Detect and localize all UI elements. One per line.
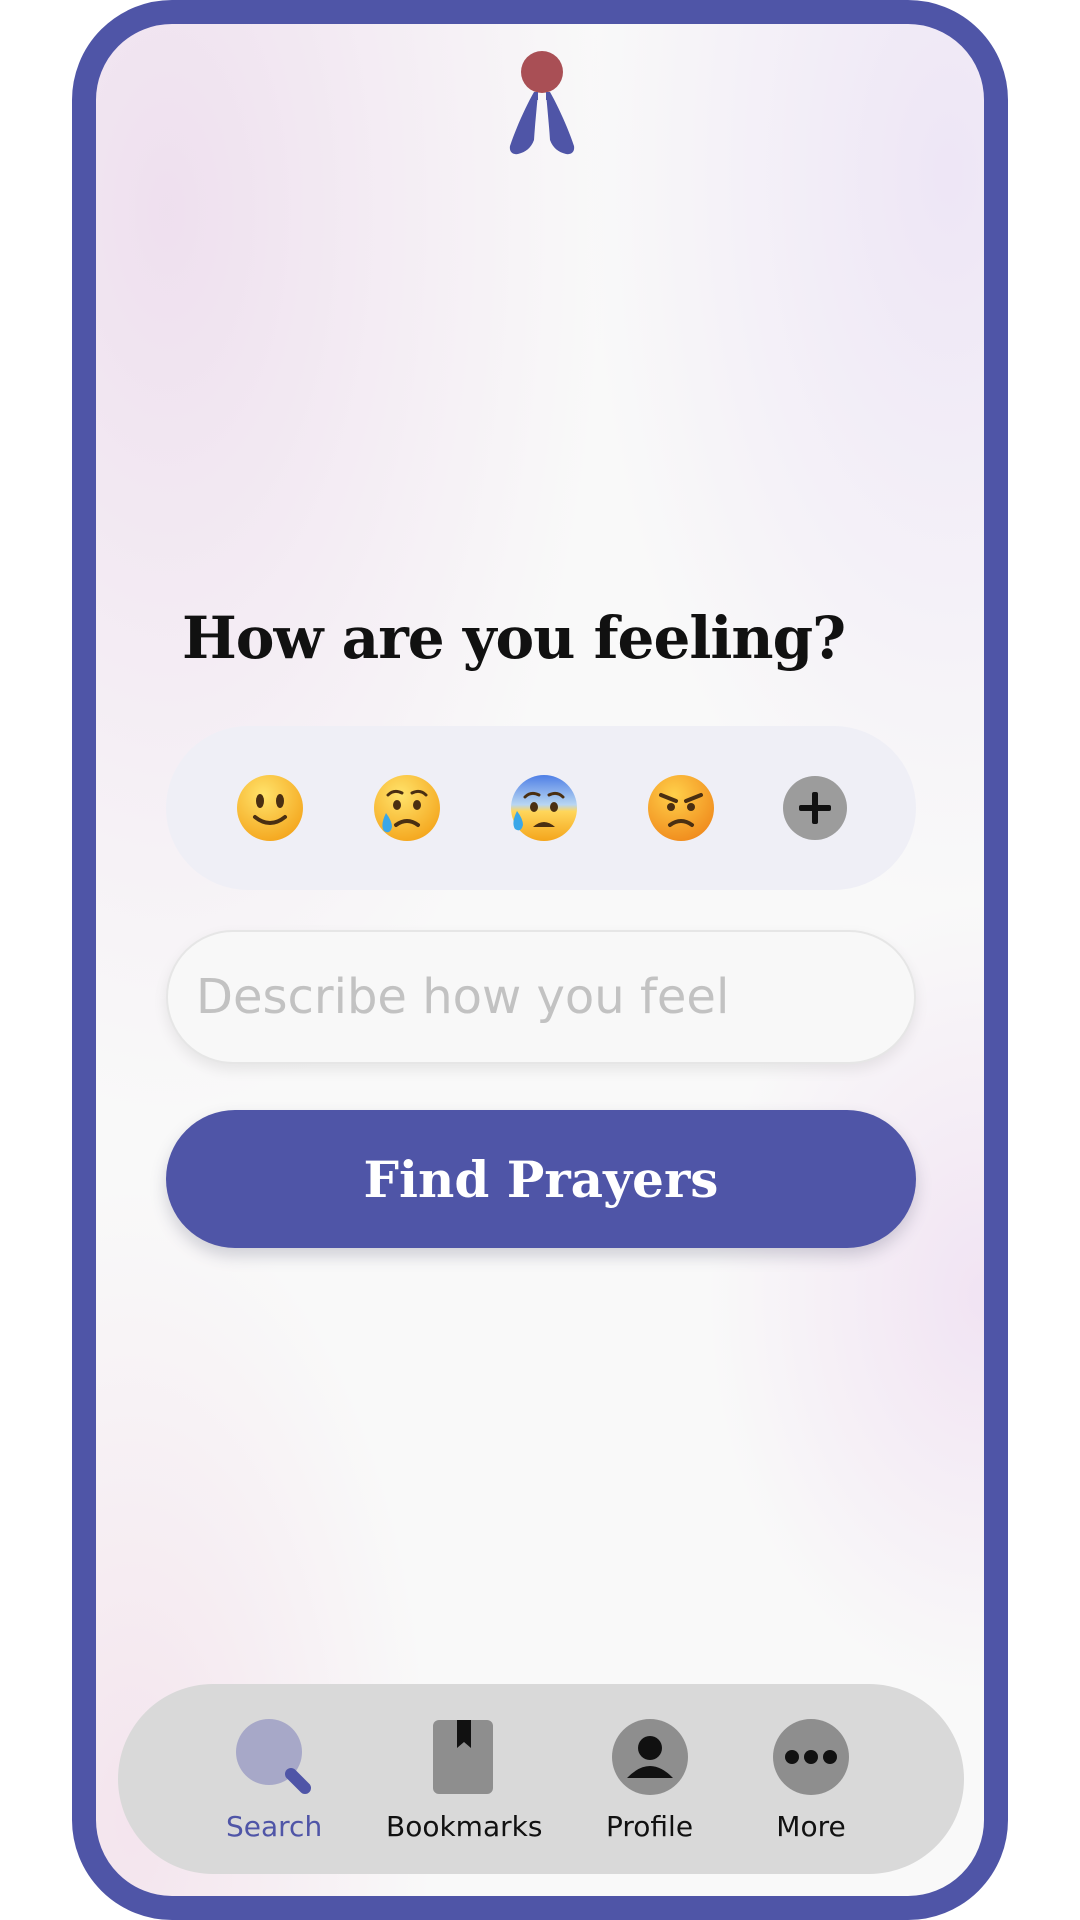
nav-item-profile[interactable]: Profile: [606, 1718, 693, 1843]
bookmark-icon: [433, 1720, 494, 1794]
search-icon: [236, 1719, 312, 1794]
add-emotion-button[interactable]: [782, 776, 847, 840]
phone-frame: How are you feeling? Describe how you fe…: [72, 0, 1008, 1920]
nav-item-more[interactable]: More: [772, 1718, 850, 1843]
nav-item-bookmarks[interactable]: Bookmarks: [386, 1718, 542, 1843]
nav-label-search: Search: [226, 1810, 323, 1843]
crying-face-icon[interactable]: [372, 773, 442, 843]
describe-feeling-input[interactable]: [166, 930, 916, 1064]
nav-label-bookmarks: Bookmarks: [386, 1810, 543, 1843]
nav-label-profile: Profile: [606, 1810, 694, 1843]
plus-icon: [798, 792, 831, 824]
praying-hands-logo: [509, 51, 575, 155]
nav-label-more: More: [776, 1810, 846, 1843]
more-icon: [773, 1719, 849, 1795]
app-screen: How are you feeling? Describe how you fe…: [96, 24, 984, 1896]
find-prayers-button[interactable]: Find Prayers: [166, 1110, 916, 1248]
profile-icon: [611, 1719, 688, 1795]
page-title: How are you feeling?: [182, 604, 846, 672]
emotion-picker: [166, 726, 916, 890]
bottom-nav: Search Bookmarks Profile More: [118, 1684, 964, 1874]
anxious-face-with-sweat-icon[interactable]: [509, 773, 579, 843]
angry-face-icon[interactable]: [646, 773, 716, 843]
nav-item-search[interactable]: Search: [226, 1718, 322, 1843]
slightly-smiling-face-icon[interactable]: [235, 773, 305, 843]
